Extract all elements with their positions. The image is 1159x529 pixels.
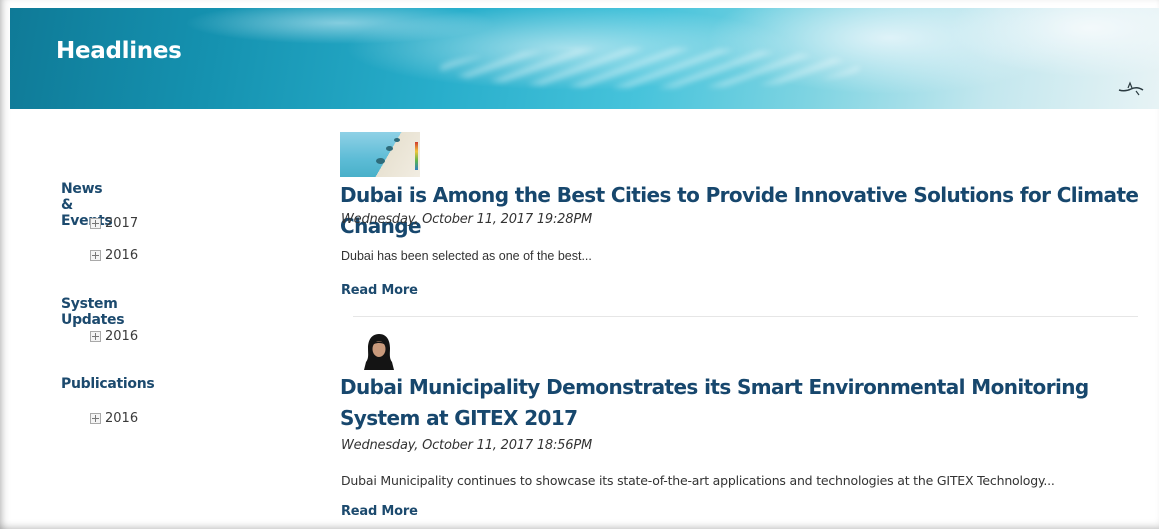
map-island — [386, 146, 393, 151]
page-frame: Headlines News & Events 2017 2016 System… — [0, 0, 1159, 529]
page-title: Headlines — [56, 38, 182, 64]
sidebar-item-label: 2016 — [105, 410, 139, 426]
article-summary: Dubai Municipality continues to showcase… — [341, 473, 1055, 488]
plus-icon[interactable] — [90, 217, 101, 229]
plus-icon[interactable] — [90, 412, 101, 424]
avatar[interactable] — [360, 332, 398, 370]
map-island — [376, 158, 385, 164]
sidebar-item-publications-2016[interactable]: 2016 — [90, 410, 138, 426]
article-thumbnail-map[interactable] — [340, 132, 420, 177]
sidebar-item-updates-2016[interactable]: 2016 — [90, 328, 138, 344]
map-island — [394, 138, 400, 142]
map-legend-bar — [415, 142, 418, 170]
sidebar-item-news-2017[interactable]: 2017 — [90, 215, 138, 231]
sidebar-item-news-2016[interactable]: 2016 — [90, 247, 138, 263]
read-more-link[interactable]: Read More — [341, 283, 418, 298]
bird-icon — [1118, 81, 1144, 96]
sidebar-item-label: 2016 — [105, 328, 139, 344]
sidebar-heading-publications[interactable]: Publications — [61, 376, 155, 392]
headlines-banner: Headlines — [10, 8, 1159, 109]
banner-wave — [440, 48, 860, 88]
sidebar-item-label: 2016 — [105, 247, 139, 263]
article-date: Wednesday, October 11, 2017 18:56PM — [341, 438, 592, 453]
sidebar-item-label: 2017 — [105, 215, 139, 231]
article-date: Wednesday, October 11, 2017 19:28PM — [341, 212, 592, 227]
article-divider — [353, 316, 1138, 317]
article-summary: Dubai has been selected as one of the be… — [341, 249, 592, 263]
article-title-gitex[interactable]: Dubai Municipality Demonstrates its Smar… — [340, 372, 1150, 434]
sidebar-heading-system-updates[interactable]: System Updates — [61, 296, 125, 328]
plus-icon[interactable] — [90, 249, 101, 261]
plus-icon[interactable] — [90, 330, 101, 342]
article-title-climate[interactable]: Dubai is Among the Best Cities to Provid… — [340, 180, 1150, 242]
read-more-link[interactable]: Read More — [341, 504, 418, 519]
